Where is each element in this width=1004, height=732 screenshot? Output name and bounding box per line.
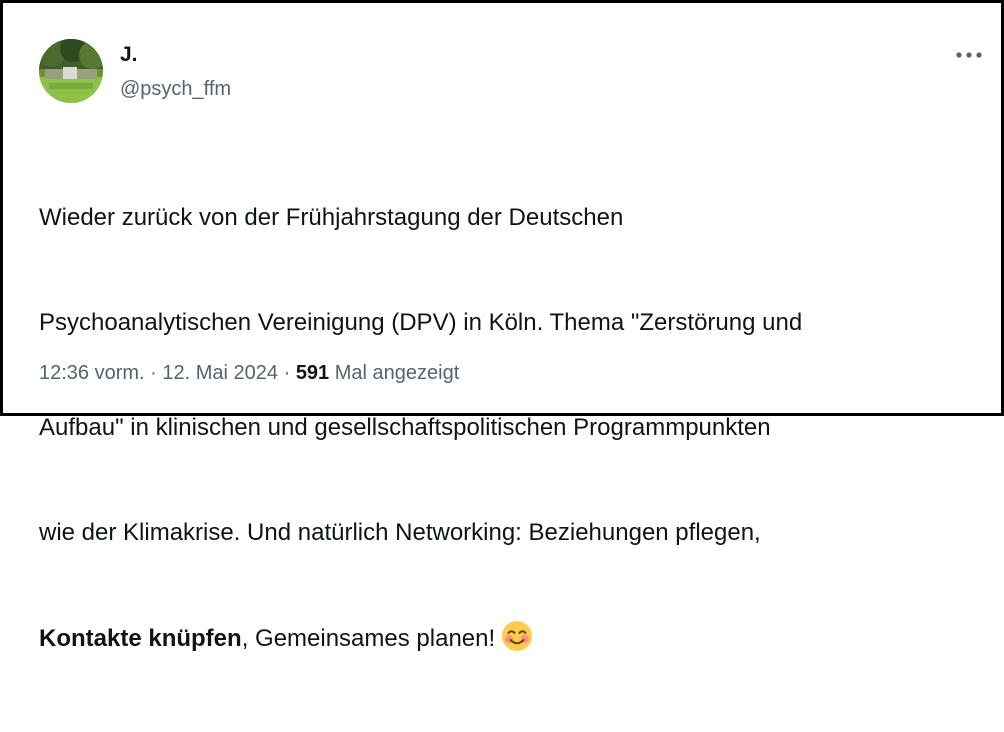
- tweet-card: J. @psych_ffm Wieder zurück von der Früh…: [0, 0, 1004, 652]
- meta-separator: ·: [278, 362, 296, 384]
- author-name[interactable]: J.: [120, 43, 138, 67]
- smiling-face-emoji-icon: [501, 620, 533, 662]
- avatar[interactable]: [39, 39, 103, 103]
- author-handle[interactable]: @psych_ffm: [120, 77, 231, 101]
- tweet-time: 12:36 vorm.: [39, 362, 145, 384]
- tweet-meta: 12:36 vorm. · 12. Mai 2024 · 591 Mal ang…: [39, 360, 459, 386]
- tweet-text-line: wie der Klimakrise. Und natürlich Networ…: [39, 519, 761, 546]
- tweet-text-last-line: Kontakte knüpfen, Gemeinsames planen!: [39, 620, 979, 662]
- tweet-text-line: Wieder zurück von der Frühjahrstagung de…: [39, 204, 624, 231]
- tweet-text-tail: , Gemeinsames planen!: [241, 625, 496, 652]
- tweet-date: 12. Mai 2024: [162, 362, 279, 384]
- timestamp-link[interactable]: 12:36 vorm. · 12. Mai 2024: [39, 362, 278, 384]
- avatar-image: [39, 39, 103, 103]
- tweet-text-line: Psychoanalytischen Vereinigung (DPV) in …: [39, 309, 803, 336]
- bold-phrase: Kontakte knüpfen: [39, 625, 242, 652]
- views-count: 591: [295, 362, 330, 384]
- meta-separator: ·: [144, 362, 163, 384]
- more-dots-icon: [956, 52, 982, 58]
- tweet-text-line: Aufbau" in klinischen und gesellschaftsp…: [39, 414, 771, 441]
- tweet-text: Wieder zurück von der Frühjahrstagung de…: [39, 130, 979, 732]
- more-options-button[interactable]: [949, 41, 989, 69]
- views-label: Mal angezeigt: [329, 362, 460, 384]
